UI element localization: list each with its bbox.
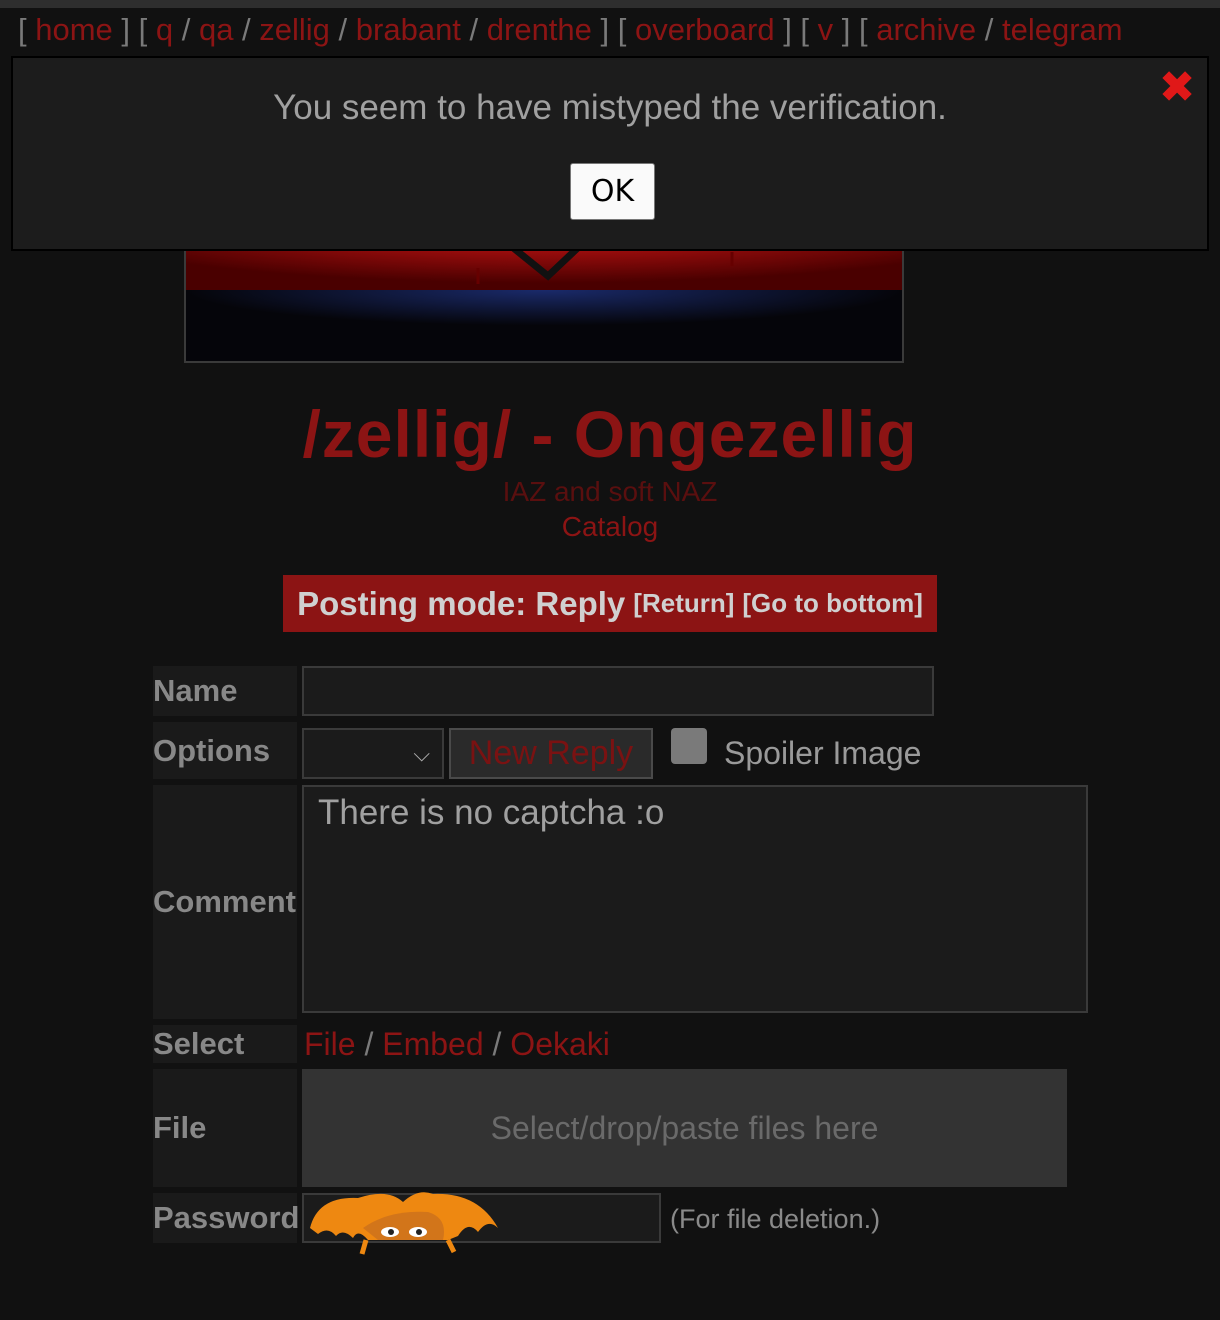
catalog-link[interactable]: Catalog — [0, 511, 1220, 543]
ok-button[interactable]: OK — [570, 163, 655, 220]
nav-v-link[interactable]: v — [818, 12, 834, 47]
select-file-link[interactable]: File — [304, 1026, 356, 1062]
go-to-bottom-link[interactable]: [Go to bottom] — [742, 588, 923, 619]
nav-brabant-link[interactable]: brabant — [356, 12, 461, 47]
select-source: File / Embed / Oekaki — [304, 1026, 610, 1062]
new-reply-button[interactable]: New Reply — [449, 728, 653, 779]
nav-q-link[interactable]: q — [156, 12, 173, 47]
comment-label: Comment — [153, 785, 297, 1019]
select-embed-link[interactable]: Embed — [382, 1026, 483, 1062]
file-label: File — [153, 1069, 297, 1187]
file-dropzone[interactable]: Select/drop/paste files here — [302, 1069, 1067, 1187]
comment-textarea[interactable]: There is no captcha :o — [302, 785, 1088, 1013]
select-label: Select — [153, 1025, 297, 1063]
mascot-image — [310, 1192, 498, 1255]
verification-error-dialog: You seem to have mistyped the verificati… — [11, 56, 1209, 251]
posting-mode-label: Posting mode: Reply — [297, 584, 626, 622]
return-link[interactable]: [Return] — [633, 588, 734, 619]
dialog-message: You seem to have mistyped the verificati… — [273, 88, 947, 127]
close-icon[interactable]: ✖ — [1157, 66, 1197, 110]
spoiler-label: Spoiler Image — [724, 735, 922, 771]
password-label: Password — [153, 1193, 299, 1243]
nav-drenthe-link[interactable]: drenthe — [487, 12, 592, 47]
options-label: Options — [153, 722, 297, 779]
nav-telegram-link[interactable]: telegram — [1002, 12, 1123, 47]
nav-zellig-link[interactable]: zellig — [259, 12, 330, 47]
nav-overboard-link[interactable]: overboard — [635, 12, 775, 47]
name-input[interactable] — [302, 666, 934, 716]
nav-archive-link[interactable]: archive — [876, 12, 976, 47]
board-nav: [ home ] [ q / qa / zellig / brabant / d… — [0, 0, 1220, 52]
options-select[interactable]: ⌵ — [302, 728, 444, 779]
password-hint: (For file deletion.) — [670, 1204, 881, 1234]
nav-home-link[interactable]: home — [35, 12, 113, 47]
comment-value: There is no captcha :o — [318, 793, 665, 832]
select-oekaki-link[interactable]: Oekaki — [510, 1026, 610, 1062]
name-label: Name — [153, 666, 297, 716]
board-title: /zellig/ - Ongezellig — [302, 397, 918, 471]
posting-mode-banner: Posting mode: Reply [Return] [Go to bott… — [283, 575, 937, 632]
spoiler-checkbox[interactable] — [671, 728, 707, 764]
nav-qa-link[interactable]: qa — [199, 12, 233, 47]
board-subtitle: IAZ and soft NAZ — [502, 476, 718, 507]
chevron-down-icon: ⌵ — [413, 742, 430, 767]
